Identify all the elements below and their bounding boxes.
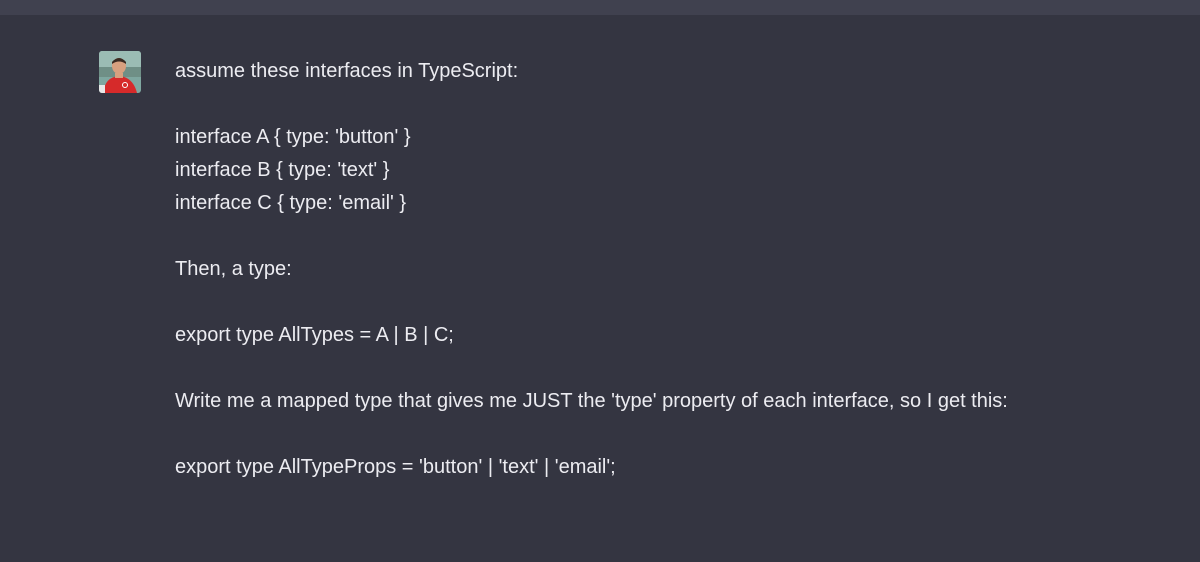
- message-line: Write me a mapped type that gives me JUS…: [175, 390, 1008, 412]
- message-line: Then, a type:: [175, 258, 292, 280]
- top-strip: [0, 0, 1200, 15]
- code-line: export type AllTypeProps = 'button' | 't…: [175, 456, 616, 478]
- code-line: interface B { type: 'text' }: [175, 159, 390, 181]
- user-message: assume these interfaces in TypeScript: i…: [0, 15, 1200, 562]
- chat-page: assume these interfaces in TypeScript: i…: [0, 0, 1200, 562]
- message-line: assume these interfaces in TypeScript:: [175, 60, 519, 82]
- code-line: export type AllTypes = A | B | C;: [175, 324, 454, 346]
- code-line: interface A { type: 'button' }: [175, 126, 411, 148]
- message-text: assume these interfaces in TypeScript: i…: [175, 55, 1075, 484]
- user-avatar-icon: [99, 51, 141, 93]
- code-line: interface C { type: 'email' }: [175, 192, 407, 214]
